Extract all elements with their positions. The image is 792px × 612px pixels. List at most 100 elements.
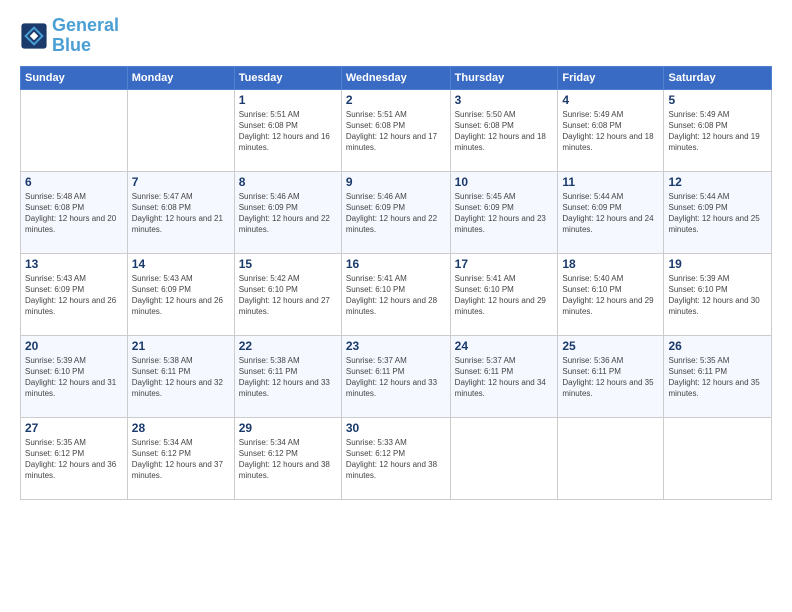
day-number: 8 bbox=[239, 175, 337, 189]
logo: General Blue bbox=[20, 16, 119, 56]
day-info: Sunrise: 5:49 AMSunset: 6:08 PMDaylight:… bbox=[668, 109, 767, 154]
day-info: Sunrise: 5:37 AMSunset: 6:11 PMDaylight:… bbox=[346, 355, 446, 400]
calendar-week-2: 6 Sunrise: 5:48 AMSunset: 6:08 PMDaylight… bbox=[21, 171, 772, 253]
day-info: Sunrise: 5:39 AMSunset: 6:10 PMDaylight:… bbox=[25, 355, 123, 400]
day-info: Sunrise: 5:42 AMSunset: 6:10 PMDaylight:… bbox=[239, 273, 337, 318]
weekday-header-monday: Monday bbox=[127, 66, 234, 89]
logo-icon bbox=[20, 22, 48, 50]
calendar-cell bbox=[558, 417, 664, 499]
calendar-cell: 25 Sunrise: 5:36 AMSunset: 6:11 PMDayligh… bbox=[558, 335, 664, 417]
calendar-cell: 17 Sunrise: 5:41 AMSunset: 6:10 PMDayligh… bbox=[450, 253, 558, 335]
day-info: Sunrise: 5:46 AMSunset: 6:09 PMDaylight:… bbox=[239, 191, 337, 236]
header: General Blue bbox=[20, 16, 772, 56]
day-info: Sunrise: 5:46 AMSunset: 6:09 PMDaylight:… bbox=[346, 191, 446, 236]
day-number: 4 bbox=[562, 93, 659, 107]
day-number: 19 bbox=[668, 257, 767, 271]
day-number: 1 bbox=[239, 93, 337, 107]
calendar-cell: 14Sunrise: 5:43 AMSunset: 6:09 PMDayligh… bbox=[127, 253, 234, 335]
day-number: 29 bbox=[239, 421, 337, 435]
calendar-cell: 10 Sunrise: 5:45 AMSunset: 6:09 PMDayligh… bbox=[450, 171, 558, 253]
calendar-cell: 6 Sunrise: 5:48 AMSunset: 6:08 PMDaylight… bbox=[21, 171, 128, 253]
calendar-cell: 26 Sunrise: 5:35 AMSunset: 6:11 PMDayligh… bbox=[664, 335, 772, 417]
calendar-cell: 30 Sunrise: 5:33 AMSunset: 6:12 PMDayligh… bbox=[341, 417, 450, 499]
day-info: Sunrise: 5:51 AMSunset: 6:08 PMDaylight:… bbox=[346, 109, 446, 154]
calendar-cell: 2Sunrise: 5:51 AMSunset: 6:08 PMDaylight… bbox=[341, 89, 450, 171]
day-info: Sunrise: 5:36 AMSunset: 6:11 PMDaylight:… bbox=[562, 355, 659, 400]
day-info: Sunrise: 5:37 AMSunset: 6:11 PMDaylight:… bbox=[455, 355, 554, 400]
day-info: Sunrise: 5:51 AMSunset: 6:08 PMDaylight:… bbox=[239, 109, 337, 154]
calendar-cell: 1 Sunrise: 5:51 AMSunset: 6:08 PMDaylight… bbox=[234, 89, 341, 171]
calendar-cell: 18Sunrise: 5:40 AMSunset: 6:10 PMDayligh… bbox=[558, 253, 664, 335]
calendar-cell: 4 Sunrise: 5:49 AMSunset: 6:08 PMDaylight… bbox=[558, 89, 664, 171]
calendar-cell: 29 Sunrise: 5:34 AMSunset: 6:12 PMDayligh… bbox=[234, 417, 341, 499]
day-number: 30 bbox=[346, 421, 446, 435]
day-number: 16 bbox=[346, 257, 446, 271]
calendar-week-4: 20 Sunrise: 5:39 AMSunset: 6:10 PMDayligh… bbox=[21, 335, 772, 417]
calendar-cell: 7 Sunrise: 5:47 AMSunset: 6:08 PMDaylight… bbox=[127, 171, 234, 253]
day-info: Sunrise: 5:43 AMSunset: 6:09 PMDaylight:… bbox=[132, 273, 230, 318]
day-info: Sunrise: 5:50 AMSunset: 6:08 PMDaylight:… bbox=[455, 109, 554, 154]
calendar-cell bbox=[450, 417, 558, 499]
day-number: 12 bbox=[668, 175, 767, 189]
day-info: Sunrise: 5:33 AMSunset: 6:12 PMDaylight:… bbox=[346, 437, 446, 482]
day-number: 28 bbox=[132, 421, 230, 435]
calendar-cell bbox=[127, 89, 234, 171]
weekday-header-row: SundayMondayTuesdayWednesdayThursdayFrid… bbox=[21, 66, 772, 89]
calendar-cell: 27Sunrise: 5:35 AMSunset: 6:12 PMDayligh… bbox=[21, 417, 128, 499]
calendar-cell bbox=[664, 417, 772, 499]
day-info: Sunrise: 5:47 AMSunset: 6:08 PMDaylight:… bbox=[132, 191, 230, 236]
day-info: Sunrise: 5:48 AMSunset: 6:08 PMDaylight:… bbox=[25, 191, 123, 236]
day-info: Sunrise: 5:39 AMSunset: 6:10 PMDaylight:… bbox=[668, 273, 767, 318]
day-info: Sunrise: 5:49 AMSunset: 6:08 PMDaylight:… bbox=[562, 109, 659, 154]
day-info: Sunrise: 5:35 AMSunset: 6:11 PMDaylight:… bbox=[668, 355, 767, 400]
day-info: Sunrise: 5:43 AMSunset: 6:09 PMDaylight:… bbox=[25, 273, 123, 318]
calendar-page: General Blue SundayMondayTuesdayWednesda… bbox=[0, 0, 792, 612]
weekday-header-friday: Friday bbox=[558, 66, 664, 89]
calendar-week-5: 27Sunrise: 5:35 AMSunset: 6:12 PMDayligh… bbox=[21, 417, 772, 499]
calendar-cell: 11Sunrise: 5:44 AMSunset: 6:09 PMDayligh… bbox=[558, 171, 664, 253]
calendar-cell: 8 Sunrise: 5:46 AMSunset: 6:09 PMDaylight… bbox=[234, 171, 341, 253]
day-number: 5 bbox=[668, 93, 767, 107]
calendar-cell: 28 Sunrise: 5:34 AMSunset: 6:12 PMDayligh… bbox=[127, 417, 234, 499]
day-number: 27 bbox=[25, 421, 123, 435]
day-number: 21 bbox=[132, 339, 230, 353]
calendar-cell bbox=[21, 89, 128, 171]
calendar-cell: 16 Sunrise: 5:41 AMSunset: 6:10 PMDayligh… bbox=[341, 253, 450, 335]
calendar-cell: 24 Sunrise: 5:37 AMSunset: 6:11 PMDayligh… bbox=[450, 335, 558, 417]
calendar-cell: 23 Sunrise: 5:37 AMSunset: 6:11 PMDayligh… bbox=[341, 335, 450, 417]
calendar-week-3: 13 Sunrise: 5:43 AMSunset: 6:09 PMDayligh… bbox=[21, 253, 772, 335]
day-number: 22 bbox=[239, 339, 337, 353]
day-info: Sunrise: 5:45 AMSunset: 6:09 PMDaylight:… bbox=[455, 191, 554, 236]
day-number: 23 bbox=[346, 339, 446, 353]
day-info: Sunrise: 5:41 AMSunset: 6:10 PMDaylight:… bbox=[455, 273, 554, 318]
calendar-cell: 21 Sunrise: 5:38 AMSunset: 6:11 PMDayligh… bbox=[127, 335, 234, 417]
day-number: 10 bbox=[455, 175, 554, 189]
calendar-table: SundayMondayTuesdayWednesdayThursdayFrid… bbox=[20, 66, 772, 500]
day-number: 17 bbox=[455, 257, 554, 271]
day-info: Sunrise: 5:41 AMSunset: 6:10 PMDaylight:… bbox=[346, 273, 446, 318]
calendar-cell: 20 Sunrise: 5:39 AMSunset: 6:10 PMDayligh… bbox=[21, 335, 128, 417]
day-info: Sunrise: 5:38 AMSunset: 6:11 PMDaylight:… bbox=[132, 355, 230, 400]
logo-text: General Blue bbox=[52, 16, 119, 56]
calendar-cell: 13 Sunrise: 5:43 AMSunset: 6:09 PMDayligh… bbox=[21, 253, 128, 335]
calendar-cell: 19 Sunrise: 5:39 AMSunset: 6:10 PMDayligh… bbox=[664, 253, 772, 335]
day-info: Sunrise: 5:34 AMSunset: 6:12 PMDaylight:… bbox=[132, 437, 230, 482]
day-number: 3 bbox=[455, 93, 554, 107]
day-number: 7 bbox=[132, 175, 230, 189]
day-number: 11 bbox=[562, 175, 659, 189]
calendar-cell: 22 Sunrise: 5:38 AMSunset: 6:11 PMDayligh… bbox=[234, 335, 341, 417]
calendar-cell: 12 Sunrise: 5:44 AMSunset: 6:09 PMDayligh… bbox=[664, 171, 772, 253]
day-number: 15 bbox=[239, 257, 337, 271]
day-info: Sunrise: 5:34 AMSunset: 6:12 PMDaylight:… bbox=[239, 437, 337, 482]
weekday-header-wednesday: Wednesday bbox=[341, 66, 450, 89]
day-number: 6 bbox=[25, 175, 123, 189]
day-info: Sunrise: 5:44 AMSunset: 6:09 PMDaylight:… bbox=[668, 191, 767, 236]
day-number: 20 bbox=[25, 339, 123, 353]
day-info: Sunrise: 5:40 AMSunset: 6:10 PMDaylight:… bbox=[562, 273, 659, 318]
day-number: 26 bbox=[668, 339, 767, 353]
day-number: 25 bbox=[562, 339, 659, 353]
day-number: 13 bbox=[25, 257, 123, 271]
day-number: 24 bbox=[455, 339, 554, 353]
day-info: Sunrise: 5:38 AMSunset: 6:11 PMDaylight:… bbox=[239, 355, 337, 400]
weekday-header-sunday: Sunday bbox=[21, 66, 128, 89]
